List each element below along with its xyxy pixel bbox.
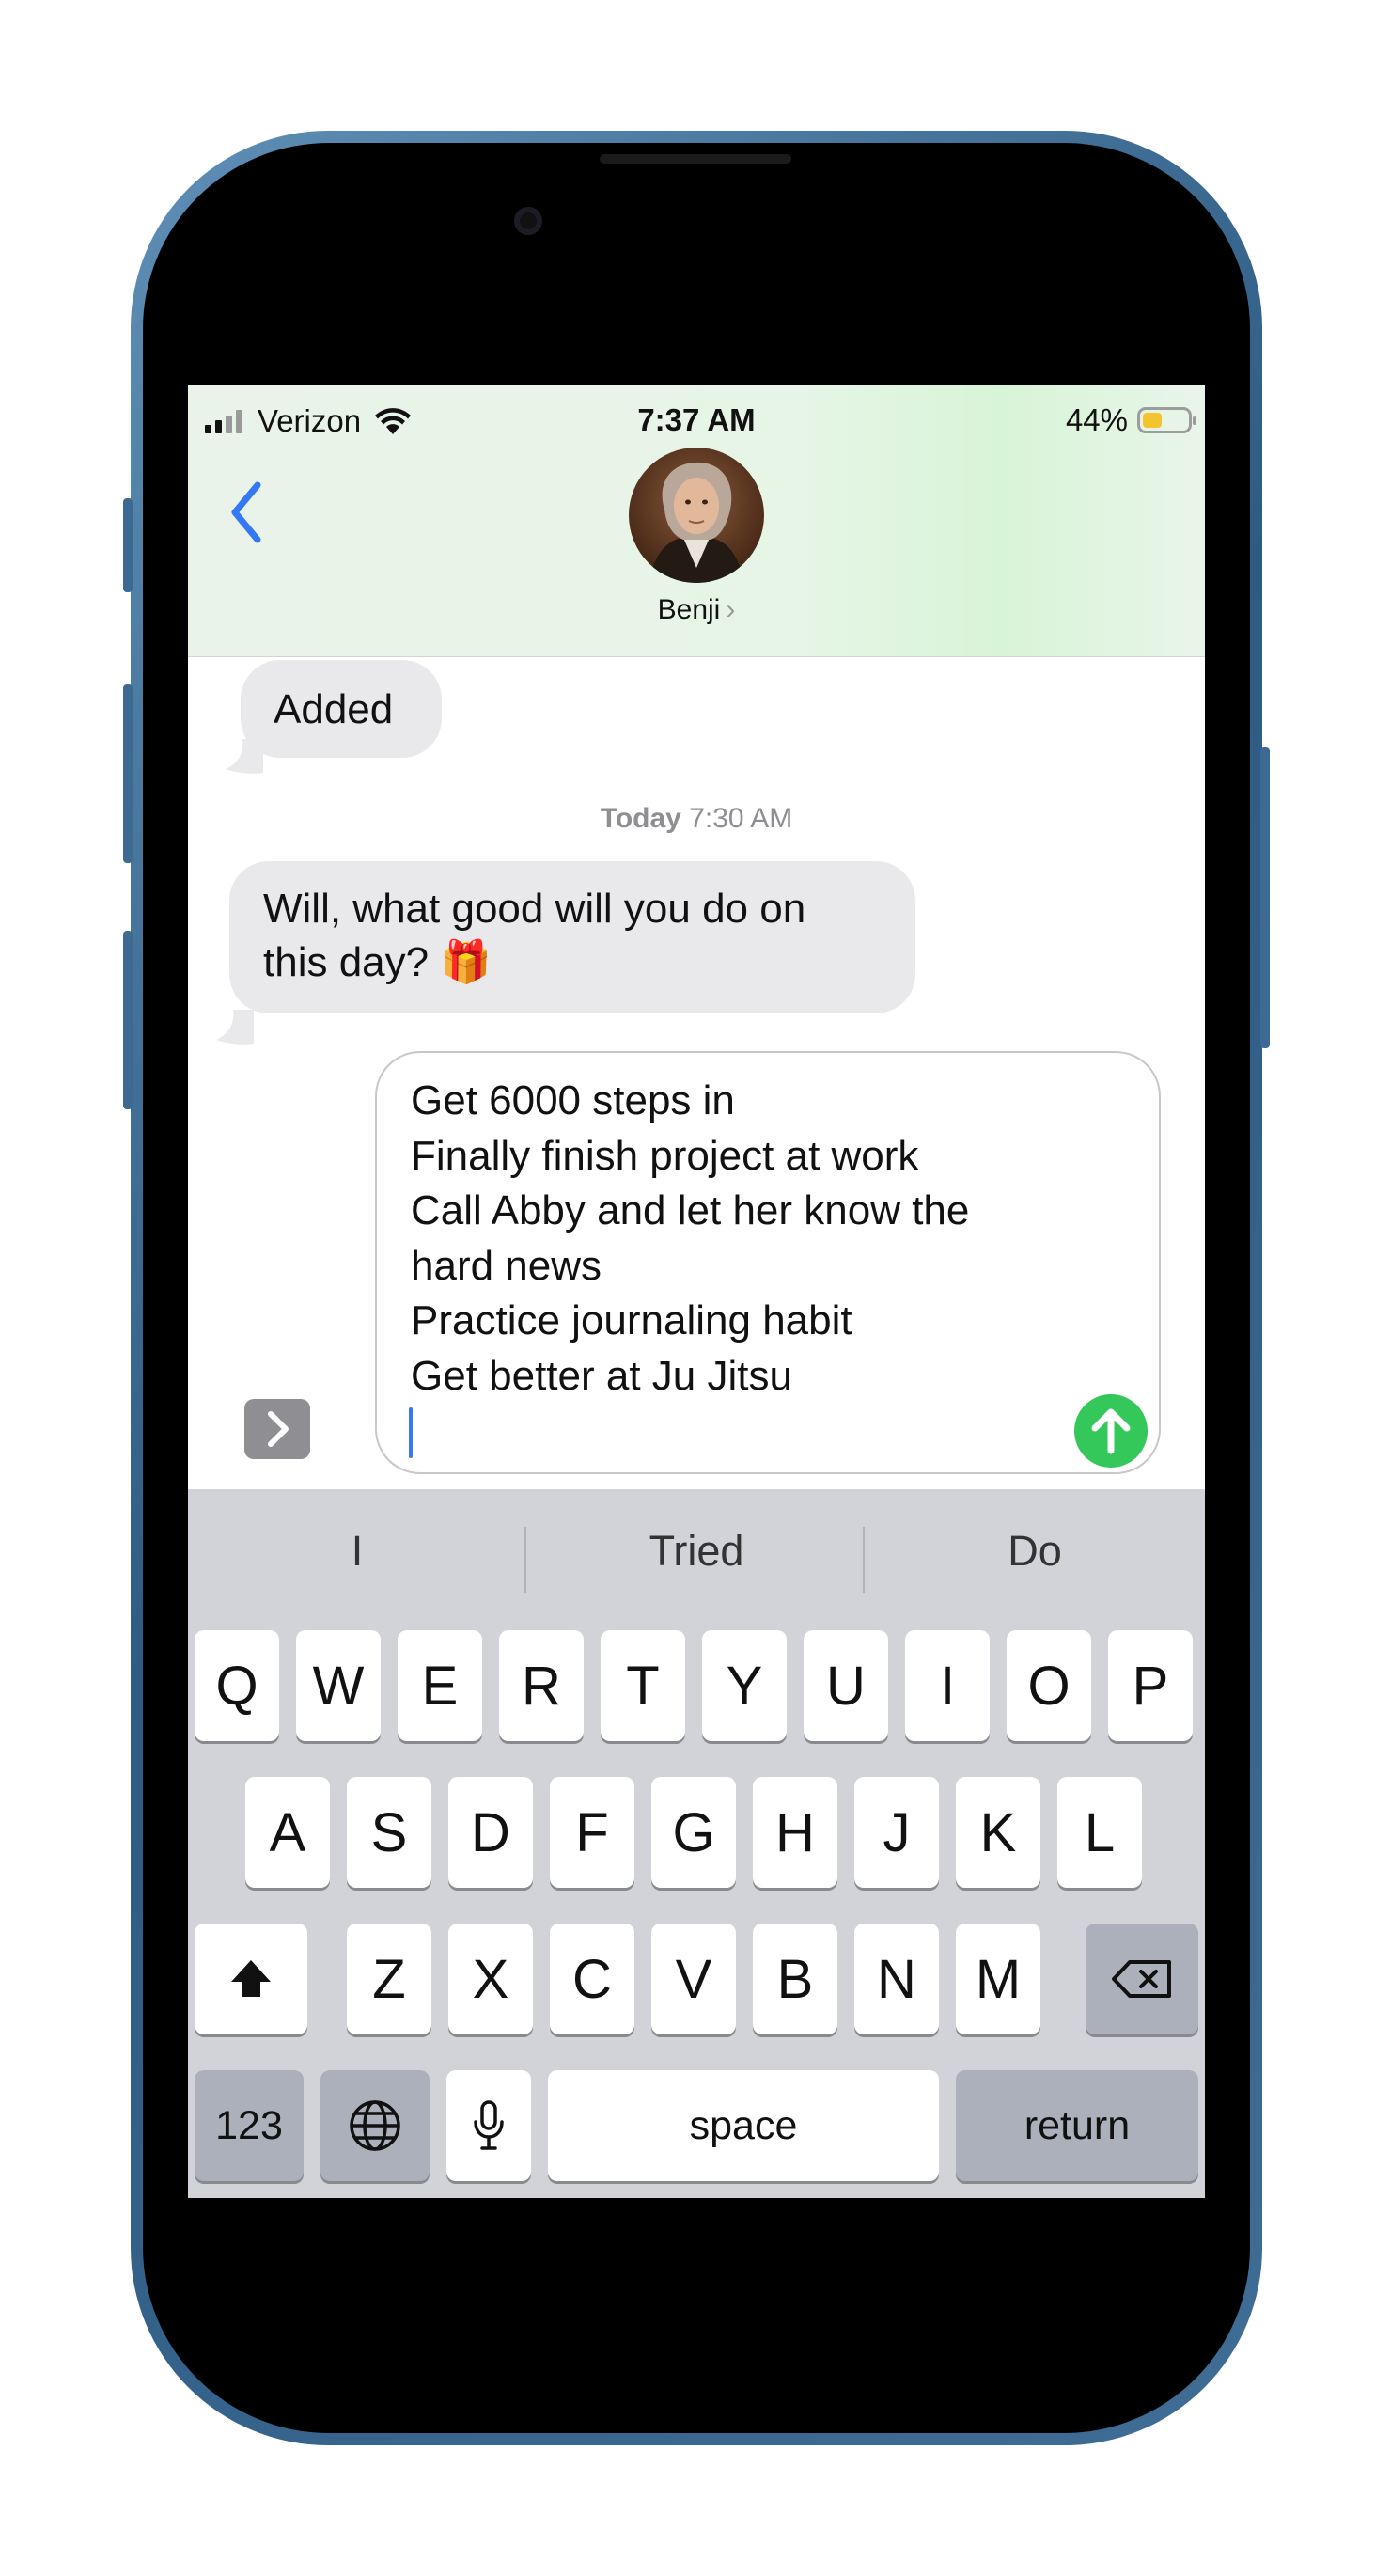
battery-percent: 44% [1065,402,1128,437]
delete-key[interactable] [1086,1924,1198,2034]
return-key[interactable]: return [956,2070,1198,2181]
key-n[interactable]: N [854,1924,939,2034]
key-b[interactable]: B [753,1924,837,2034]
key-h[interactable]: H [753,1777,837,1888]
send-button[interactable] [1074,1394,1148,1468]
contact-name-row[interactable]: Benji › [188,594,1205,626]
timestamp-time: 7:30 AM [689,803,793,834]
text-cursor [409,1407,413,1458]
suggestion-divider [863,1527,865,1593]
chevron-left-icon[interactable] [226,479,267,545]
volume-down-button [123,931,133,1109]
app-drawer-button[interactable] [244,1399,310,1459]
portrait-icon [649,462,743,583]
suggestion-3[interactable]: Do [866,1527,1204,1576]
received-message-question[interactable]: Will, what good will you do on this day?… [229,861,915,1013]
contact-name: Benji [657,594,721,625]
key-z[interactable]: Z [347,1924,431,2034]
key-a[interactable]: A [245,1777,330,1888]
suggestion-2[interactable]: Tried [527,1527,866,1576]
key-d[interactable]: D [448,1777,533,1888]
key-q[interactable]: Q [195,1630,279,1741]
arrow-up-icon [1091,1408,1131,1454]
message-line: this day? 🎁 [263,939,492,985]
message-timestamp: Today 7:30 AM [188,803,1205,835]
bubble-tail [216,1010,254,1045]
suggestion-divider [524,1527,526,1593]
key-g[interactable]: G [651,1777,736,1888]
space-key[interactable]: space [548,2070,939,2181]
suggestion-1[interactable]: I [188,1527,526,1576]
key-c[interactable]: C [550,1924,634,2034]
shift-key[interactable] [195,1924,307,2034]
key-m[interactable]: M [956,1924,1040,2034]
power-button [1260,747,1270,1048]
chevron-right-icon [268,1411,289,1447]
key-e[interactable]: E [398,1630,482,1741]
earpiece-speaker [600,154,791,164]
key-l[interactable]: L [1057,1777,1142,1888]
status-time: 7:37 AM [637,402,756,437]
timestamp-day: Today [600,803,681,834]
message-line: Will, what good will you do on [263,886,806,932]
key-i[interactable]: I [905,1630,990,1741]
key-k[interactable]: K [956,1777,1040,1888]
message-draft: Get 6000 steps in Finally finish project… [411,1074,969,1404]
microphone-icon [474,2100,504,2150]
numbers-key[interactable]: 123 [195,2070,304,2181]
key-w[interactable]: W [296,1630,381,1741]
shift-icon [231,1960,271,1997]
key-j[interactable]: J [854,1777,939,1888]
received-message-added[interactable]: Added [241,660,442,758]
draft-line: Get better at Ju Jitsu [411,1352,792,1399]
draft-line: Finally finish project at work [411,1132,919,1179]
key-s[interactable]: S [347,1777,431,1888]
phone-screen: Verizon 7:37 AM 44% Benji › Added Today … [188,385,1205,2198]
predictive-bar: I Tried Do [188,1489,1205,1628]
draft-line: Practice journaling habit [411,1297,852,1343]
dictation-key[interactable] [446,2070,531,2181]
message-text: Added [274,686,394,732]
front-camera [514,207,542,235]
silent-switch [123,498,133,592]
key-y[interactable]: Y [702,1630,787,1741]
delete-icon [1112,1960,1171,1998]
volume-up-button [123,684,133,863]
key-o[interactable]: O [1007,1630,1091,1741]
key-r[interactable]: R [499,1630,584,1741]
battery-icon [1137,407,1196,433]
globe-icon [350,2100,400,2151]
conversation-header: Verizon 7:37 AM 44% Benji › [188,385,1205,657]
key-p[interactable]: P [1108,1630,1193,1741]
contact-chevron-icon: › [726,594,736,625]
key-u[interactable]: U [804,1630,888,1741]
key-x[interactable]: X [448,1924,533,2034]
status-bar-right: 44% [1065,402,1196,438]
contact-avatar[interactable] [629,448,764,583]
message-input[interactable]: Get 6000 steps in Finally finish project… [375,1051,1161,1474]
keyboard: I Tried Do Q W E R T Y U I O P A S D F G… [188,1489,1205,2198]
key-v[interactable]: V [651,1924,736,2034]
key-f[interactable]: F [550,1777,634,1888]
draft-line: hard news [411,1242,602,1289]
key-t[interactable]: T [601,1630,685,1741]
draft-line: Get 6000 steps in [411,1077,735,1123]
globe-key[interactable] [320,2070,430,2181]
draft-line: Call Abby and let her know the [411,1187,970,1233]
